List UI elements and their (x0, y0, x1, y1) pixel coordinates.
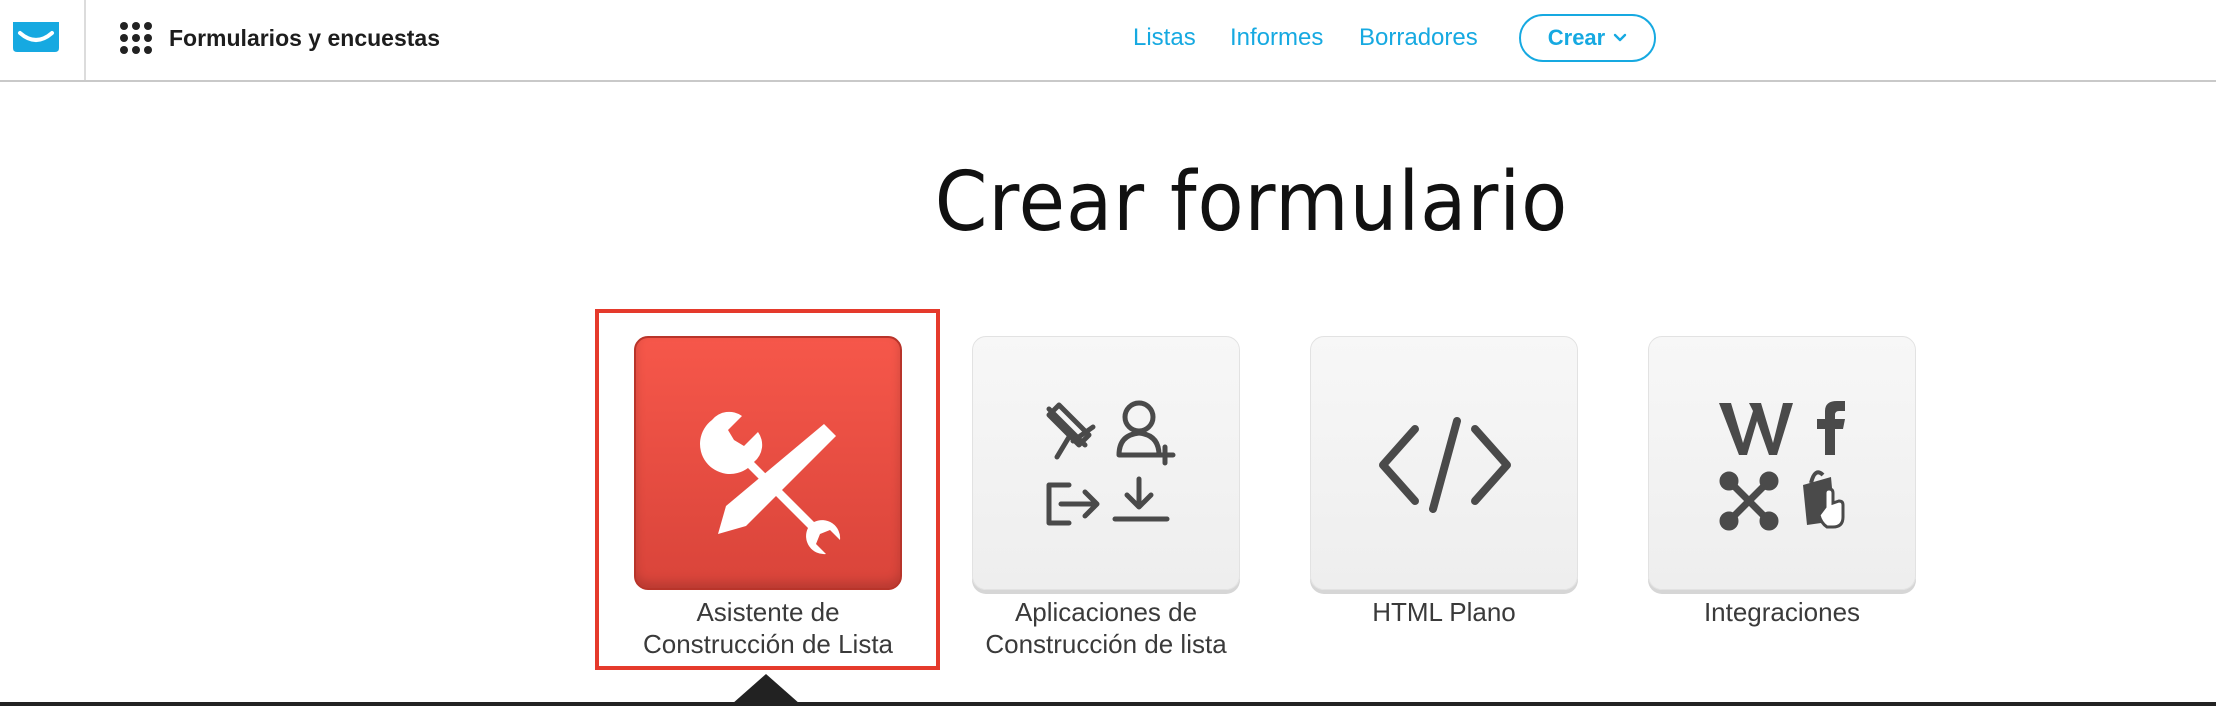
code-icon (1379, 417, 1511, 513)
facebook-icon (1817, 401, 1845, 455)
option-tile-plain-html[interactable] (1310, 336, 1578, 590)
panel-divider (0, 702, 2216, 706)
joomla-icon (1719, 471, 1779, 531)
create-button[interactable]: Crear (1519, 14, 1656, 62)
create-button-label: Crear (1547, 25, 1606, 50)
selected-pointer-arrow (732, 674, 800, 704)
chevron-down-icon (1614, 33, 1627, 42)
page-title: Crear formulario (934, 155, 1569, 250)
list-apps-icon (1046, 400, 1176, 526)
option-label-list-builder-wizard[interactable]: Asistente de Construcción de Lista (618, 596, 918, 660)
nav-link-informes[interactable]: Informes (1230, 24, 1323, 52)
wordpress-icon (1719, 403, 1793, 455)
option-tile-list-builder-wizard[interactable] (634, 336, 902, 590)
option-label-integrations[interactable]: Integraciones (1632, 596, 1932, 628)
shopping-bag-icon (1803, 470, 1845, 529)
app-title: Formularios y encuestas (169, 25, 440, 51)
integrations-icon (1719, 401, 1845, 531)
option-label-list-builder-apps[interactable]: Aplicaciones de Construcción de lista (956, 596, 1256, 660)
option-label-plain-html[interactable]: HTML Plano (1294, 596, 1594, 628)
tools-icon (700, 411, 841, 555)
envelope-logo-icon[interactable] (11, 20, 61, 54)
app-grid-icon[interactable] (119, 21, 153, 55)
nav-link-borradores[interactable]: Borradores (1359, 24, 1478, 52)
top-navigation-bar: Formularios y encuestas Listas Informes … (0, 0, 2216, 82)
option-tile-integrations[interactable] (1648, 336, 1916, 590)
option-tile-list-builder-apps[interactable] (972, 336, 1240, 590)
nav-link-listas[interactable]: Listas (1133, 24, 1196, 52)
logo-divider (84, 0, 86, 80)
